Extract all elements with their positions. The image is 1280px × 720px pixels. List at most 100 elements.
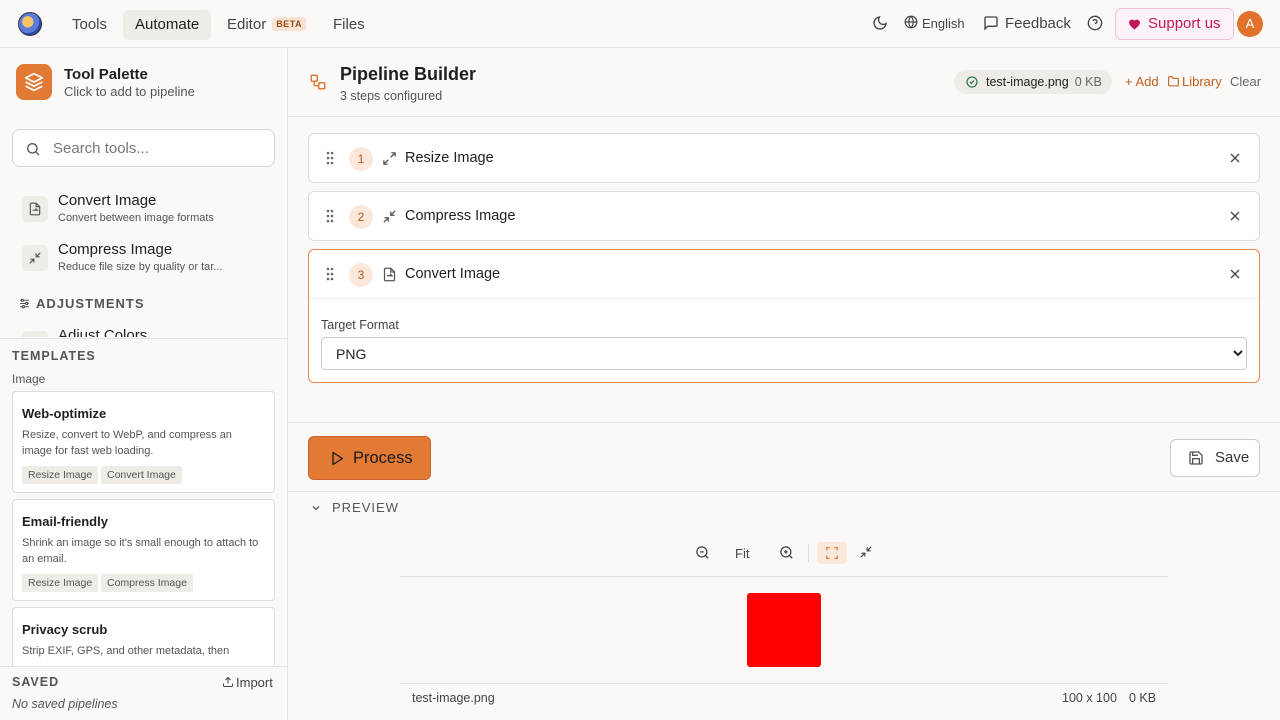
avatar[interactable]: A: [1237, 11, 1263, 37]
minimize-icon[interactable]: [859, 545, 873, 559]
tool-convert-image[interactable]: Convert Image Convert between image form…: [12, 192, 275, 236]
tab-editor-label: Editor: [227, 16, 267, 33]
step-name: Convert Image: [405, 266, 501, 282]
template-desc: Shrink an image so it's small enough to …: [22, 537, 259, 565]
fullscreen-icon[interactable]: [817, 542, 847, 564]
file-convert-icon: [22, 196, 48, 222]
preview-image: [747, 593, 821, 667]
tool-name: Compress Image: [58, 241, 173, 258]
compress-icon: [382, 209, 397, 224]
template-title: Email-friendly: [22, 514, 108, 529]
support-button[interactable]: Support us: [1115, 8, 1234, 40]
file-convert-icon: [382, 267, 397, 282]
help-icon[interactable]: [1087, 15, 1103, 31]
beta-badge: BETA: [272, 17, 307, 31]
close-icon[interactable]: [1229, 210, 1241, 222]
tab-tools[interactable]: Tools: [60, 10, 119, 40]
clear-button[interactable]: Clear: [1230, 74, 1261, 89]
close-icon[interactable]: [1229, 152, 1241, 164]
page-title: Pipeline Builder: [340, 64, 477, 84]
feedback-link[interactable]: Feedback: [1005, 15, 1071, 32]
divider: [309, 298, 1259, 299]
palette-subtitle: Click to add to pipeline: [64, 84, 195, 99]
template-tag: Resize Image: [22, 466, 99, 484]
template-title: Privacy scrub: [22, 622, 108, 637]
tool-adjust-colors[interactable]: Adjust Colors: [12, 327, 275, 337]
pipeline-step[interactable]: 2 Compress Image: [308, 191, 1260, 241]
globe-icon[interactable]: [904, 15, 918, 29]
support-label: Support us: [1148, 15, 1221, 32]
main-panel: Pipeline Builder 3 steps configured test…: [288, 48, 1280, 720]
sidebar: Tool Palette Click to add to pipeline Co…: [0, 48, 288, 720]
template-tag: Compress Image: [101, 574, 193, 592]
section-label: ADJUSTMENTS: [36, 296, 145, 311]
layers-icon: [16, 64, 52, 100]
tool-desc: Reduce file size by quality or tar...: [58, 261, 223, 273]
page-subtitle: 3 steps configured: [340, 89, 443, 103]
file-name: test-image.png: [986, 75, 1069, 89]
templates-category: Image: [12, 372, 46, 386]
library-label: Library: [1182, 74, 1222, 89]
target-format-select[interactable]: PNG: [321, 337, 1247, 370]
tab-editor[interactable]: Editor BETA: [215, 10, 318, 40]
compress-icon: [22, 245, 48, 271]
template-card[interactable]: Privacy scrub Strip EXIF, GPS, and other…: [12, 607, 275, 666]
pipeline-step[interactable]: 1 Resize Image: [308, 133, 1260, 183]
palette-icon: [22, 331, 48, 337]
message-icon: [983, 15, 999, 31]
preview-divider: [400, 683, 1168, 684]
heart-icon: [1128, 18, 1141, 30]
tab-files[interactable]: Files: [321, 10, 377, 40]
preview-heading: PREVIEW: [332, 500, 399, 515]
template-title: Web-optimize: [22, 406, 107, 421]
close-icon[interactable]: [1229, 268, 1241, 280]
zoom-in-icon[interactable]: [779, 545, 794, 560]
step-number: 1: [349, 147, 373, 171]
language-selector[interactable]: English: [922, 16, 965, 31]
import-label: Import: [236, 675, 273, 690]
save-button[interactable]: Save: [1170, 439, 1260, 477]
drag-handle-icon[interactable]: [326, 267, 334, 281]
template-card[interactable]: Web-optimize Resize, convert to WebP, an…: [12, 391, 275, 493]
workflow-icon: [309, 73, 327, 91]
expand-icon: [382, 151, 397, 166]
tab-automate[interactable]: Automate: [123, 10, 212, 40]
save-label: Save: [1215, 449, 1250, 466]
preview-file-name: test-image.png: [412, 691, 495, 705]
template-tag: Convert Image: [101, 466, 182, 484]
pipeline-header: Pipeline Builder 3 steps configured test…: [288, 48, 1280, 117]
saved-heading: SAVED: [12, 675, 60, 689]
tool-compress-image[interactable]: Compress Image Reduce file size by quali…: [12, 241, 275, 285]
preview-toggle[interactable]: PREVIEW: [310, 500, 399, 515]
zoom-out-icon[interactable]: [695, 545, 710, 560]
palette-title: Tool Palette: [64, 66, 148, 83]
add-button[interactable]: + Add: [1125, 74, 1159, 89]
section-adjustments[interactable]: ADJUSTMENTS: [18, 296, 145, 311]
zoom-fit-button[interactable]: Fit: [735, 546, 749, 561]
drag-handle-icon[interactable]: [326, 209, 334, 223]
process-button[interactable]: Process: [308, 436, 431, 480]
drag-handle-icon[interactable]: [326, 151, 334, 165]
step-name: Compress Image: [405, 208, 516, 224]
import-button[interactable]: Import: [222, 675, 273, 690]
saved-section: SAVED Import No saved pipelines: [0, 666, 287, 720]
moon-icon[interactable]: [872, 15, 888, 31]
search-box: [12, 129, 275, 167]
tool-list-clip: Adjust Colors: [0, 320, 287, 337]
preview-divider: [400, 576, 1168, 577]
file-chip[interactable]: test-image.png 0 KB: [954, 70, 1112, 94]
step-name: Resize Image: [405, 150, 494, 166]
tool-desc: Convert between image formats: [58, 212, 214, 224]
action-bar: Process Save: [288, 422, 1280, 492]
toolbar-divider: [808, 544, 809, 562]
search-input[interactable]: [53, 138, 263, 158]
template-card[interactable]: Email-friendly Shrink an image so it's s…: [12, 499, 275, 601]
app-logo[interactable]: [18, 12, 42, 36]
tool-name: Adjust Colors: [58, 327, 148, 337]
library-button[interactable]: Library: [1167, 74, 1222, 89]
step-number: 2: [349, 205, 373, 229]
pipeline-step-active[interactable]: 3 Convert Image Target Format PNG: [308, 249, 1260, 383]
tool-name: Convert Image: [58, 192, 157, 209]
templates-heading: TEMPLATES: [12, 349, 96, 363]
process-label: Process: [353, 449, 413, 467]
